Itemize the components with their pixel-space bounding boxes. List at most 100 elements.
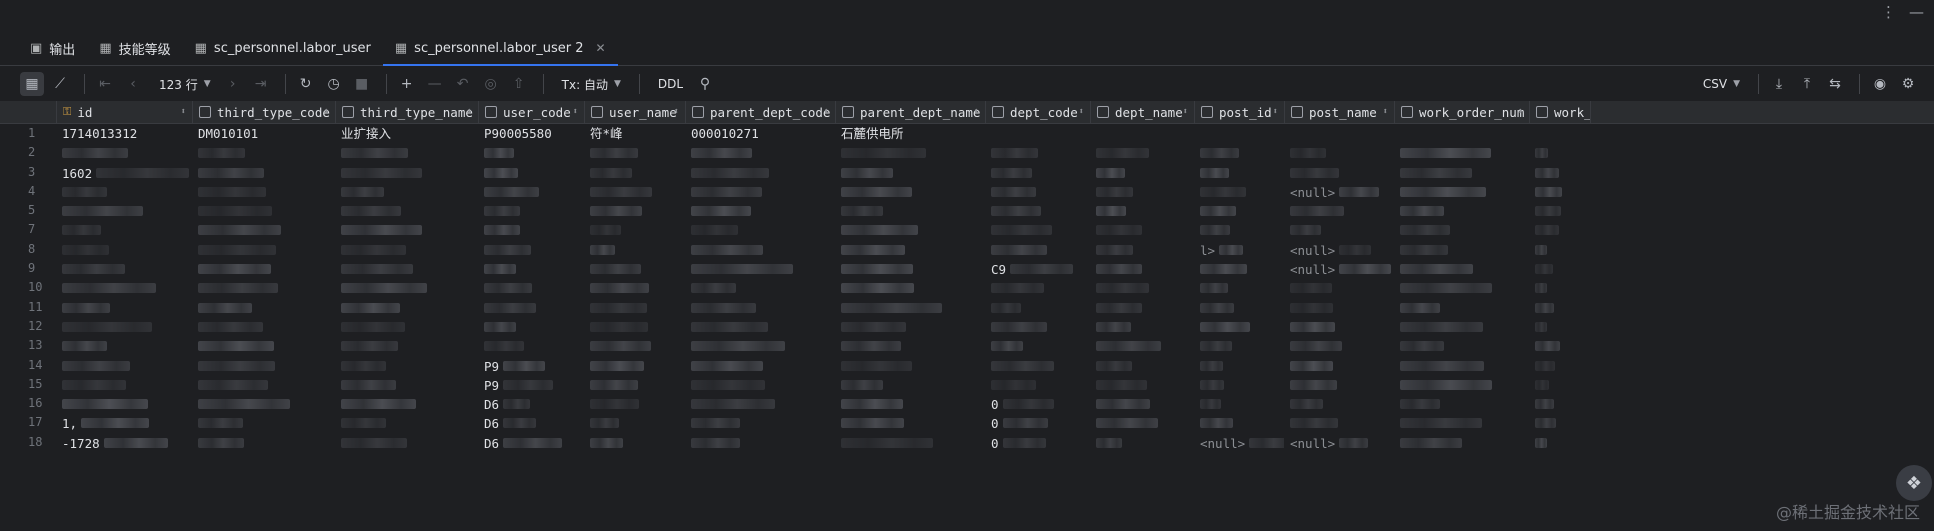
table-cell[interactable]	[985, 182, 1090, 201]
table-cell[interactable]: D6	[478, 413, 584, 432]
table-cell[interactable]	[478, 163, 584, 182]
column-header-id[interactable]: ⚿ id ⬍	[57, 101, 193, 123]
table-cell[interactable]: P9	[478, 375, 584, 394]
table-cell[interactable]	[1394, 182, 1529, 201]
table-cell[interactable]	[685, 375, 835, 394]
table-cell[interactable]	[1394, 278, 1529, 297]
table-cell[interactable]	[1284, 298, 1394, 317]
upload-icon[interactable]: ⤒	[1795, 72, 1819, 96]
table-cell[interactable]	[835, 182, 985, 201]
chart-view-icon[interactable]: ⟋	[48, 72, 72, 96]
table-cell[interactable]: 0	[985, 394, 1090, 413]
table-cell[interactable]	[192, 356, 335, 375]
table-cell[interactable]	[1284, 163, 1394, 182]
table-cell[interactable]	[584, 259, 685, 278]
table-cell[interactable]	[192, 259, 335, 278]
table-cell[interactable]	[335, 298, 478, 317]
sort-icon[interactable]: ⬍	[1518, 107, 1523, 117]
table-row[interactable]: 9 C9 <null>	[0, 259, 1934, 278]
table-cell[interactable]	[1529, 220, 1590, 239]
table-cell[interactable]	[1284, 356, 1394, 375]
table-cell[interactable]	[835, 356, 985, 375]
table-cell[interactable]	[56, 375, 192, 394]
table-cell[interactable]	[1194, 220, 1284, 239]
table-cell[interactable]	[1090, 317, 1194, 336]
sort-icon[interactable]: ⬍	[824, 107, 829, 117]
column-header-work-ord[interactable]: work_ord	[1530, 101, 1591, 123]
table-cell[interactable]	[1194, 336, 1284, 355]
table-cell[interactable]	[192, 143, 335, 162]
sort-icon[interactable]: ⬍	[573, 107, 578, 117]
sort-icon[interactable]: ⬍	[1183, 107, 1188, 117]
table-cell[interactable]	[1194, 182, 1284, 201]
table-cell[interactable]	[1394, 375, 1529, 394]
table-cell[interactable]	[584, 317, 685, 336]
column-header-work-order-num[interactable]: work_order_num ⬍	[1395, 101, 1530, 123]
table-cell[interactable]	[1529, 375, 1590, 394]
table-cell[interactable]	[192, 317, 335, 336]
table-cell[interactable]	[56, 278, 192, 297]
delete-row-icon[interactable]: —	[423, 72, 447, 96]
table-cell[interactable]	[1194, 124, 1284, 143]
table-cell[interactable]	[1194, 298, 1284, 317]
table-cell[interactable]	[584, 201, 685, 220]
table-cell[interactable]	[335, 413, 478, 432]
compare-icon[interactable]: ⇆	[1823, 72, 1847, 96]
table-cell[interactable]	[1394, 240, 1529, 259]
table-row[interactable]: 2	[0, 143, 1934, 162]
table-cell[interactable]	[1194, 201, 1284, 220]
column-header-third-type-code[interactable]: third_type_code ⬍	[193, 101, 336, 123]
table-cell[interactable]	[56, 317, 192, 336]
table-row[interactable]: 16 D6 0	[0, 394, 1934, 413]
download-icon[interactable]: ⤓	[1767, 72, 1791, 96]
table-cell[interactable]	[1090, 124, 1194, 143]
table-cell[interactable]	[335, 201, 478, 220]
table-cell[interactable]: -1728	[56, 433, 192, 452]
table-cell[interactable]	[478, 317, 584, 336]
table-cell[interactable]	[685, 163, 835, 182]
table-cell[interactable]: P90005580	[478, 124, 584, 143]
table-cell[interactable]	[685, 240, 835, 259]
table-cell[interactable]	[335, 278, 478, 297]
table-cell[interactable]	[478, 336, 584, 355]
table-cell[interactable]	[335, 182, 478, 201]
table-cell[interactable]: C9	[985, 259, 1090, 278]
table-cell[interactable]	[1090, 336, 1194, 355]
table-cell[interactable]	[56, 240, 192, 259]
table-cell[interactable]	[685, 259, 835, 278]
table-cell[interactable]	[335, 259, 478, 278]
table-cell[interactable]	[1394, 298, 1529, 317]
sort-icon[interactable]: ⬍	[181, 107, 186, 117]
minimize-icon[interactable]: —	[1909, 3, 1924, 21]
table-cell[interactable]	[335, 433, 478, 452]
table-cell[interactable]	[1394, 201, 1529, 220]
table-cell[interactable]	[1194, 356, 1284, 375]
table-cell[interactable]	[56, 259, 192, 278]
table-cell[interactable]: <null>	[1194, 433, 1284, 452]
table-cell[interactable]: D6	[478, 433, 584, 452]
table-cell[interactable]	[985, 356, 1090, 375]
table-cell[interactable]	[1284, 124, 1394, 143]
add-row-icon[interactable]: +	[395, 72, 419, 96]
table-row[interactable]: 15 P9	[0, 375, 1934, 394]
table-cell[interactable]	[1394, 336, 1529, 355]
column-header-third-type-name[interactable]: third_type_name ⬍	[336, 101, 479, 123]
column-header-post-id[interactable]: post_id ⬍	[1195, 101, 1285, 123]
table-cell[interactable]	[685, 356, 835, 375]
table-cell[interactable]	[1529, 163, 1590, 182]
sort-icon[interactable]: ⬍	[467, 107, 472, 117]
table-row[interactable]: 5	[0, 201, 1934, 220]
table-cell[interactable]: 000010271	[685, 124, 835, 143]
table-row[interactable]: 10	[0, 278, 1934, 297]
table-cell[interactable]	[335, 336, 478, 355]
table-cell[interactable]	[835, 220, 985, 239]
table-cell[interactable]	[835, 201, 985, 220]
table-cell[interactable]	[835, 317, 985, 336]
table-cell[interactable]: P9	[478, 356, 584, 375]
history-icon[interactable]: ◷	[322, 72, 346, 96]
table-cell[interactable]	[985, 336, 1090, 355]
table-cell[interactable]	[685, 143, 835, 162]
table-cell[interactable]	[478, 220, 584, 239]
table-cell[interactable]: <null>	[1284, 240, 1394, 259]
table-cell[interactable]	[685, 433, 835, 452]
